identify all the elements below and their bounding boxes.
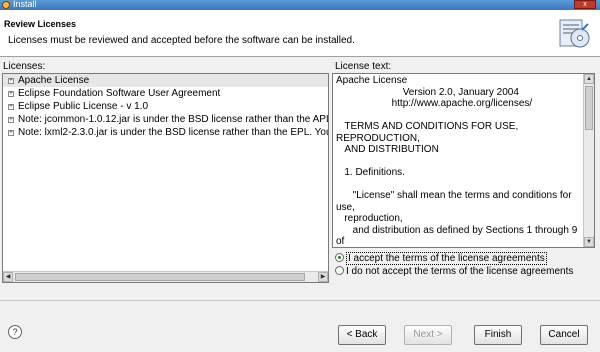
back-button[interactable]: < Back <box>338 325 386 345</box>
radio-selected-icon[interactable] <box>335 253 344 262</box>
license-item[interactable]: + Eclipse Foundation Software User Agreem… <box>3 87 328 100</box>
license-item-label: Note: lxml2-2.3.0.jar is under the BSD l… <box>18 127 329 138</box>
horizontal-scrollbar[interactable]: ◀ ▶ <box>3 271 328 282</box>
button-bar-separator <box>0 300 600 301</box>
vertical-scrollbar[interactable]: ▲ ▼ <box>583 74 594 247</box>
help-icon[interactable]: ? <box>8 325 22 339</box>
accept-radio-label: I accept the terms of the license agreem… <box>346 252 547 265</box>
license-item-label: Eclipse Public License - v 1.0 <box>18 101 149 112</box>
license-item[interactable]: + Note: jcommon-1.0.12.jar is under the B… <box>3 113 328 126</box>
plus-expand-icon[interactable]: + <box>8 130 14 136</box>
scroll-right-icon[interactable]: ▶ <box>318 272 328 282</box>
plus-expand-icon[interactable]: + <box>8 117 14 123</box>
license-item-label: Apache License <box>18 75 90 86</box>
license-item-label: Eclipse Foundation Software User Agreeme… <box>18 88 221 99</box>
page-description: Licenses must be reviewed and accepted b… <box>8 35 355 46</box>
scroll-down-icon[interactable]: ▼ <box>584 237 594 247</box>
plus-expand-icon[interactable]: + <box>8 78 14 84</box>
install-cd-icon <box>559 19 590 48</box>
decline-radio-label: I do not accept the terms of the license… <box>346 266 574 277</box>
horizontal-scroll-thumb[interactable] <box>15 273 305 281</box>
scroll-up-icon[interactable]: ▲ <box>584 74 594 84</box>
page-title: Review Licenses <box>4 19 77 29</box>
radio-unselected-icon[interactable] <box>335 266 344 275</box>
close-button[interactable]: x <box>574 0 596 9</box>
licenses-tree[interactable]: + Apache License + Eclipse Foundation Softw… <box>2 73 329 283</box>
title-bar: Install x <box>0 0 600 10</box>
plus-expand-icon[interactable]: + <box>8 91 14 97</box>
next-button[interactable]: Next > <box>404 325 452 345</box>
license-item[interactable]: + Eclipse Public License - v 1.0 <box>3 100 328 113</box>
scroll-left-icon[interactable]: ◀ <box>3 272 13 282</box>
licenses-label: Licenses: <box>3 61 46 72</box>
decline-radio[interactable]: I do not accept the terms of the license… <box>335 266 573 278</box>
license-item[interactable]: + Apache License <box>3 74 328 87</box>
vertical-scroll-thumb[interactable] <box>585 86 593 130</box>
license-text-content: Apache License Version 2.0, January 2004… <box>336 75 578 247</box>
wizard-header: Review Licenses Licenses must be reviewe… <box>0 10 600 57</box>
window-title: Install <box>13 0 37 9</box>
plus-expand-icon[interactable]: + <box>8 104 14 110</box>
finish-button[interactable]: Finish <box>474 325 522 345</box>
license-text-area[interactable]: Apache License Version 2.0, January 2004… <box>332 73 595 248</box>
license-text-label: License text: <box>335 61 392 72</box>
license-item-label: Note: jcommon-1.0.12.jar is under the BS… <box>18 114 329 125</box>
cancel-button[interactable]: Cancel <box>540 325 588 345</box>
eclipse-icon <box>2 1 10 9</box>
accept-radio[interactable]: I accept the terms of the license agreem… <box>335 252 547 265</box>
license-item[interactable]: + Note: lxml2-2.3.0.jar is under the BSD … <box>3 126 328 139</box>
